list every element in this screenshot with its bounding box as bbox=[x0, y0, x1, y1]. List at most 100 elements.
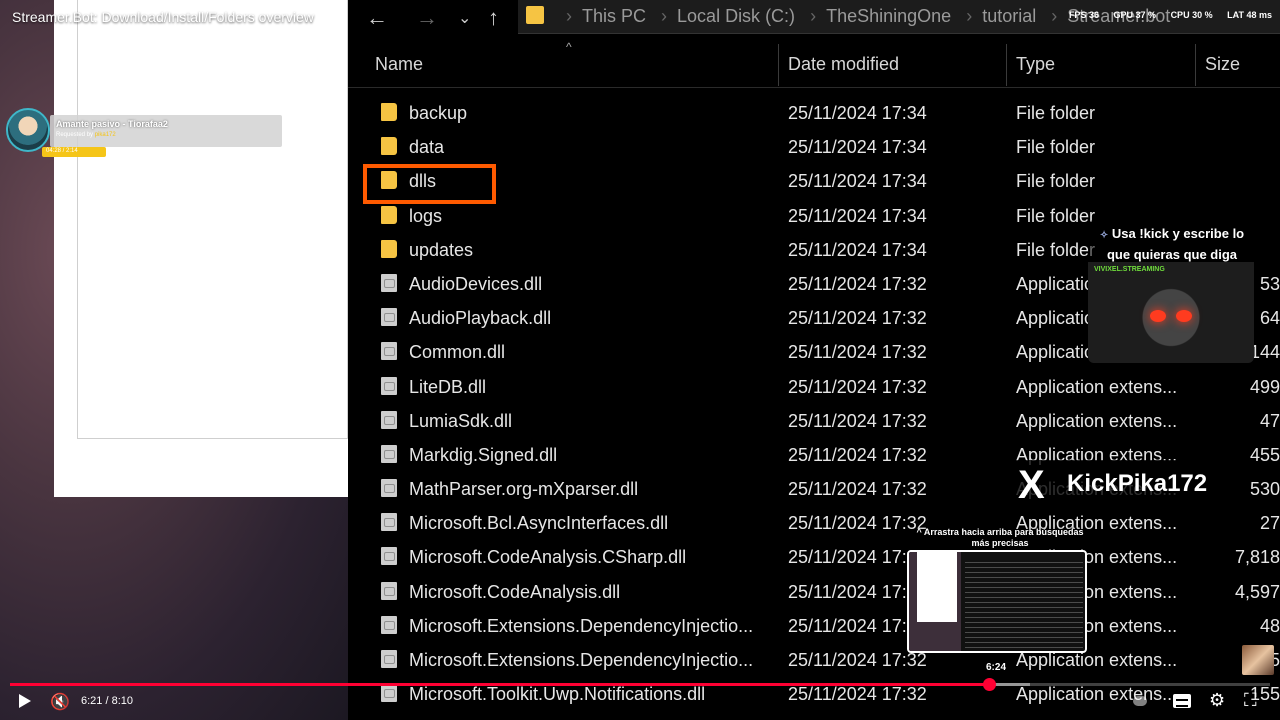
file-name: Markdig.Signed.dll bbox=[409, 444, 558, 465]
chevron-up-icon: ^ bbox=[916, 527, 924, 537]
file-date-modified: 25/11/2024 17:34 bbox=[788, 205, 927, 226]
muted-speaker-icon[interactable]: 🔇 bbox=[50, 692, 70, 712]
preview-white bbox=[917, 552, 957, 622]
file-date-modified: 25/11/2024 17:32 bbox=[788, 479, 927, 500]
column-date-modified[interactable]: Date modified bbox=[788, 54, 899, 75]
x-logo-icon: X bbox=[1018, 463, 1045, 507]
file-name: AudioPlayback.dll bbox=[409, 308, 552, 329]
file-date-modified: 25/11/2024 17:32 bbox=[788, 650, 927, 670]
file-name: MathParser.org-mXparser.dll bbox=[409, 479, 639, 500]
kick-alert-text: ✧ Usa !kick y escribe lo que quieras que… bbox=[1094, 224, 1250, 264]
file-type: File folder bbox=[1016, 103, 1096, 123]
column-divider[interactable] bbox=[778, 44, 779, 86]
column-divider[interactable] bbox=[1195, 44, 1196, 86]
file-date-modified: 25/11/2024 17:32 bbox=[788, 444, 927, 465]
autoplay-toggle[interactable] bbox=[1133, 696, 1147, 706]
dll-file-icon bbox=[381, 479, 397, 498]
lat-label: LAT bbox=[1227, 10, 1244, 20]
file-row[interactable]: Microsoft.Extensions.DependencyInjectio.… bbox=[348, 609, 1280, 643]
address-bar[interactable]: › This PC › Local Disk (C:) › TheShiningOne… bbox=[518, 0, 1280, 34]
fps-value: 36 bbox=[1088, 10, 1099, 20]
requested-by-user: pika172 bbox=[94, 132, 116, 138]
file-name: Microsoft.CodeAnalysis.CSharp.dll bbox=[409, 547, 687, 568]
file-type: Application extens... bbox=[1016, 650, 1178, 670]
file-row[interactable]: Microsoft.CodeAnalysis.CSharp.dll 25/11/2… bbox=[348, 540, 1280, 574]
dll-file-icon bbox=[381, 410, 397, 429]
captions-icon[interactable] bbox=[1173, 694, 1191, 708]
file-name: Microsoft.Extensions.DependencyInjectio.… bbox=[409, 615, 754, 636]
seek-preview-time: 6:24 bbox=[986, 662, 1007, 673]
lat-value: 48 ms bbox=[1246, 10, 1272, 20]
up-arrow-icon[interactable]: ↑ bbox=[488, 5, 499, 31]
fullscreen-icon[interactable]: ⛶ bbox=[1244, 690, 1257, 711]
file-size: 27 bbox=[1259, 513, 1280, 534]
song-progress-badge: 04:28 / 2:14 bbox=[42, 147, 106, 157]
file-name: backup bbox=[409, 103, 468, 123]
file-row[interactable]: backup 25/11/2024 17:34 File folder bbox=[348, 96, 1280, 130]
file-row[interactable]: data 25/11/2024 17:34 File folder bbox=[348, 130, 1280, 164]
file-row[interactable]: LumiaSdk.dll 25/11/2024 17:32 Application … bbox=[348, 404, 1280, 438]
breadcrumb-this-pc[interactable]: This PC bbox=[582, 6, 646, 26]
file-size: 47 bbox=[1259, 410, 1280, 431]
file-name: data bbox=[409, 137, 445, 158]
performance-overlay: FPS 36 GPU 37 % CPU 30 % LAT 48 ms bbox=[1057, 10, 1280, 26]
file-name: AudioDevices.dll bbox=[409, 273, 543, 294]
column-name[interactable]: Name bbox=[375, 54, 423, 75]
file-date-modified: 25/11/2024 17:34 bbox=[788, 103, 927, 123]
dll-file-icon bbox=[381, 650, 397, 668]
file-row[interactable]: Microsoft.Extensions.DependencyInjectio.… bbox=[348, 643, 1280, 677]
column-divider[interactable] bbox=[1006, 44, 1007, 86]
file-type: File folder bbox=[1016, 171, 1096, 192]
file-size: 7,818 bbox=[1234, 547, 1280, 568]
recent-locations-chevron-icon[interactable]: ⌄ bbox=[458, 8, 471, 28]
file-row[interactable]: Microsoft.CodeAnalysis.dll 25/11/2024 17:… bbox=[348, 575, 1280, 609]
file-date-modified: 25/11/2024 17:32 bbox=[788, 684, 927, 705]
file-date-modified: 25/11/2024 17:32 bbox=[788, 581, 927, 602]
column-size[interactable]: Size bbox=[1205, 54, 1240, 75]
play-icon[interactable] bbox=[19, 694, 31, 708]
progress-played bbox=[10, 683, 990, 686]
song-avatar bbox=[6, 108, 50, 152]
file-name: LumiaSdk.dll bbox=[409, 410, 513, 431]
file-type: Application extens... bbox=[1016, 376, 1178, 397]
progress-scrubber-handle[interactable] bbox=[983, 678, 997, 691]
requested-by-label: Requested by bbox=[56, 132, 94, 138]
file-date-modified: 25/11/2024 17:32 bbox=[788, 615, 927, 636]
file-name: logs bbox=[409, 205, 443, 226]
file-name: Microsoft.Bcl.AsyncInterfaces.dll bbox=[409, 513, 669, 534]
gpu-value: 37 % bbox=[1135, 10, 1157, 20]
file-date-modified: 25/11/2024 17:32 bbox=[788, 308, 927, 329]
gear-icon[interactable]: ⚙ bbox=[1209, 690, 1225, 711]
folder-icon bbox=[381, 205, 397, 224]
breadcrumb-tutorial[interactable]: tutorial bbox=[982, 6, 1036, 26]
file-row[interactable]: LiteDB.dll 25/11/2024 17:32 Application ex… bbox=[348, 370, 1280, 404]
file-size: 48 bbox=[1259, 615, 1280, 636]
progress-bar[interactable] bbox=[10, 678, 1270, 691]
kick-alert-popup: ✧ Usa !kick y escribe lo que quieras que… bbox=[1088, 220, 1254, 363]
column-type[interactable]: Type bbox=[1016, 54, 1055, 75]
breadcrumb-local-disk[interactable]: Local Disk (C:) bbox=[677, 6, 795, 26]
next-video-thumbnail[interactable] bbox=[1242, 645, 1274, 675]
cpu-label: CPU bbox=[1170, 10, 1190, 20]
sort-ascending-icon: ^ bbox=[566, 40, 572, 54]
gpu-label: GPU bbox=[1113, 10, 1134, 20]
file-size: 4,597 bbox=[1234, 581, 1280, 602]
file-date-modified: 25/11/2024 17:32 bbox=[788, 513, 927, 534]
file-date-modified: 25/11/2024 17:32 bbox=[788, 547, 927, 568]
file-name: Microsoft.Extensions.DependencyInjectio.… bbox=[409, 650, 754, 670]
dll-file-icon bbox=[381, 684, 397, 703]
seek-preview-hint: ^ Arrastra hacia arriba para búsquedas m… bbox=[910, 527, 1090, 549]
navigation-bar: ← → ⌄ ↑ › This PC › Local Disk (C:) › TheSh… bbox=[348, 0, 1280, 36]
file-type: File folder bbox=[1016, 137, 1096, 158]
back-arrow-icon[interactable]: ← bbox=[366, 5, 388, 31]
file-row[interactable]: Microsoft.Bcl.AsyncInterfaces.dll 25/11/2… bbox=[348, 506, 1280, 540]
dll-file-icon bbox=[381, 308, 397, 327]
breadcrumb-theshiningone[interactable]: TheShiningOne bbox=[826, 6, 951, 26]
dll-file-icon bbox=[381, 513, 397, 532]
social-handle-banner: X KickPika172 bbox=[1012, 460, 1224, 510]
folder-icon bbox=[526, 6, 544, 24]
file-name: updates bbox=[409, 239, 474, 260]
video-title[interactable]: Streamer.Bot: Download/Install/Folders o… bbox=[12, 9, 314, 25]
forward-arrow-icon[interactable]: → bbox=[416, 5, 438, 31]
song-title: Amante pasivo - Tiorafaa2 bbox=[56, 119, 168, 129]
